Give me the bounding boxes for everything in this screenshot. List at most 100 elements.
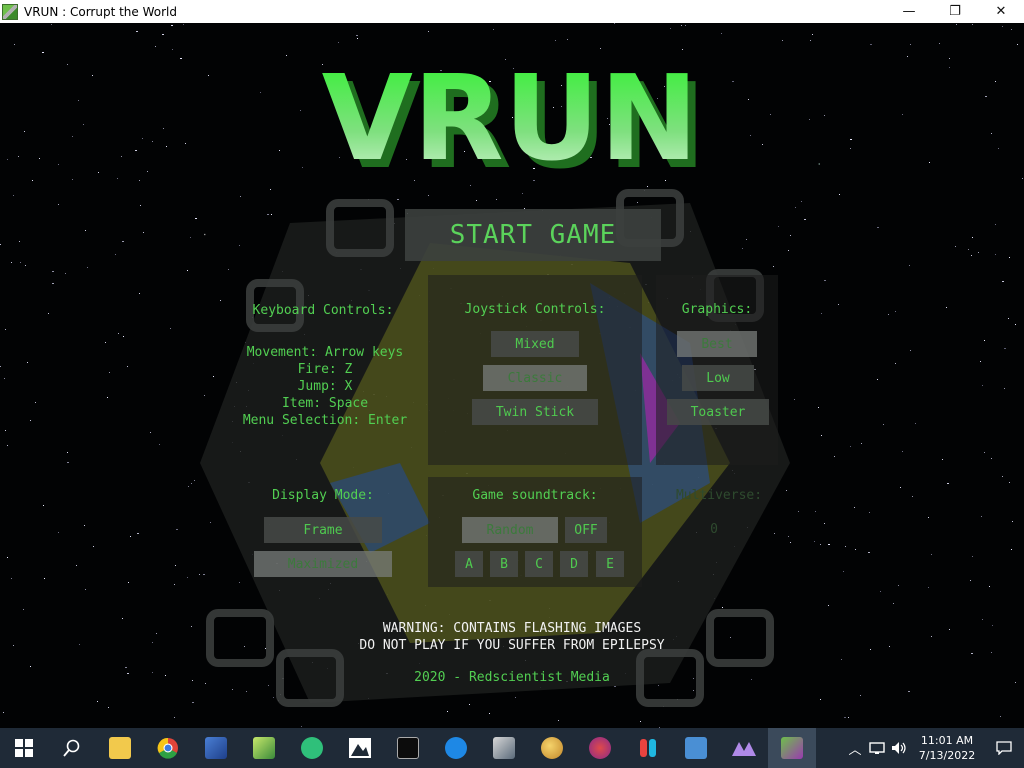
star [11,262,12,263]
photos-button[interactable] [336,728,384,768]
volume-icon[interactable] [888,728,910,768]
notification-icon[interactable] [984,728,1024,768]
star [18,156,19,157]
star [1004,348,1006,349]
star [183,24,184,25]
warning-line: DO NOT PLAY IF YOU SUFFER FROM EPILEPSY [359,638,665,653]
star [356,35,358,36]
star [956,24,957,25]
star [72,179,73,180]
affinity-button[interactable] [720,728,768,768]
star [982,385,983,386]
star [838,304,839,305]
star [152,141,153,142]
star [946,307,947,308]
notepad-button[interactable] [240,728,288,768]
star [834,456,835,457]
track-e-button[interactable]: E [596,551,624,577]
track-d-button[interactable]: D [560,551,588,577]
track-b-button[interactable]: B [490,551,518,577]
graphics-low-button[interactable]: Low [682,365,754,391]
star [931,636,932,637]
star [1002,476,1003,477]
app-m-button[interactable] [432,728,480,768]
paint-icon [541,737,563,759]
file-explorer-button[interactable] [96,728,144,768]
soundtrack-random-button[interactable]: Random [462,517,558,543]
star [7,445,8,446]
star [185,143,186,144]
keyboard-line: Fire: Z [297,362,353,377]
star [1009,257,1010,258]
window-controls: — ❐ ✕ [886,0,1024,23]
star [35,402,36,403]
star [995,254,996,255]
star [165,675,166,676]
star [898,585,899,586]
search-button[interactable] [48,728,96,768]
track-c-button[interactable]: C [525,551,553,577]
switch-button[interactable] [624,728,672,768]
joystick-mixed-button[interactable]: Mixed [491,331,579,357]
chevron-up-icon[interactable]: ︿ [844,728,866,768]
keyboard-controls-title: Keyboard Controls: [252,303,394,318]
star [931,554,932,555]
track-a-button[interactable]: A [455,551,483,577]
star [970,580,971,581]
joystick-twinstick-button[interactable]: Twin Stick [472,399,598,425]
star [85,589,86,590]
star [850,446,851,447]
star [828,605,829,606]
star [912,496,913,497]
taskbar: ︿ 11:01 AM 7/13/2022 [0,728,1024,768]
start-game-button[interactable]: START GAME [405,209,661,261]
star [685,25,686,26]
star [869,512,870,513]
system-info-button[interactable] [672,728,720,768]
paint-button[interactable] [528,728,576,768]
clock[interactable]: 11:01 AM 7/13/2022 [910,733,984,763]
star [155,46,156,47]
graphics-toaster-button[interactable]: Toaster [667,399,769,425]
star [909,265,910,266]
display-maximized-button[interactable]: Maximized [254,551,392,577]
clock-date: 7/13/2022 [918,749,976,762]
star [902,114,903,115]
star [877,227,879,228]
star [939,43,940,44]
star [1002,26,1003,27]
star [910,350,911,351]
star [171,25,173,26]
star [732,81,734,82]
star [895,363,896,364]
start-button[interactable] [0,728,48,768]
star [889,646,890,647]
remote-desktop-button[interactable] [192,728,240,768]
multiverse-value[interactable]: 0 [704,522,724,537]
star [172,49,173,50]
joystick-classic-button[interactable]: Classic [483,365,587,391]
star [915,423,916,424]
terminal-button[interactable] [384,728,432,768]
close-button[interactable]: ✕ [978,0,1024,23]
palette-icon [589,737,611,759]
minimize-button[interactable]: — [886,0,932,23]
display-frame-button[interactable]: Frame [264,517,382,543]
star [51,24,52,25]
graphics-best-button[interactable]: Best [677,331,757,357]
star [995,81,996,82]
star [824,523,825,524]
star [156,633,157,634]
star [142,138,143,139]
soundtrack-off-button[interactable]: OFF [565,517,607,543]
palette-button[interactable] [576,728,624,768]
chrome-button[interactable] [144,728,192,768]
maximize-button[interactable]: ❐ [932,0,978,23]
system-info-icon [685,737,707,759]
star [428,31,429,32]
star [48,313,49,314]
network-icon[interactable] [866,728,888,768]
vrun-taskbar-button[interactable] [768,728,816,768]
sync-button[interactable] [288,728,336,768]
image-viewer-button[interactable] [480,728,528,768]
